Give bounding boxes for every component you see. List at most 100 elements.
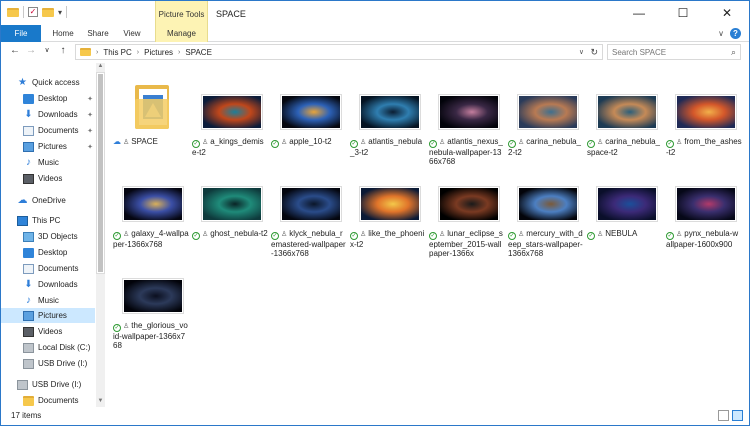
help-icon[interactable]: ?	[730, 28, 741, 39]
file-name-label: ✓ ♙ pynx_nebula-wallpaper-1600x900	[666, 229, 742, 249]
synced-status-icon: ✓	[508, 232, 516, 240]
nav-label: 3D Objects	[38, 232, 78, 241]
file-item[interactable]: ✓ ♙ ghost_nebula-t2	[190, 161, 268, 273]
shared-person-icon: ♙	[439, 231, 446, 238]
file-name-label: ☁ ♙ SPACE	[113, 137, 189, 147]
pin-icon[interactable]: ✦	[87, 111, 93, 119]
search-box[interactable]: ⌕	[607, 44, 741, 60]
maximize-button[interactable]: ☐	[661, 1, 705, 25]
nav-downloads[interactable]: ⬇ Downloads ✦	[1, 107, 95, 122]
image-thumbnail	[202, 95, 262, 129]
file-name-label: ✓ ♙ like_the_phoenix-t2	[350, 229, 426, 249]
nav-quick-access[interactable]: ★ Quick access	[1, 75, 95, 90]
close-button[interactable]: ✕	[705, 1, 749, 25]
search-input[interactable]	[612, 47, 722, 57]
file-item[interactable]: ✓ ♙ pynx_nebula-wallpaper-1600x900	[664, 161, 742, 273]
folder-icon[interactable]	[7, 7, 19, 17]
shared-person-icon: ♙	[676, 139, 683, 146]
large-icons-view-icon[interactable]	[732, 410, 743, 421]
pin-icon[interactable]: ✦	[87, 127, 93, 135]
file-item[interactable]: ✓ ♙ mercury_with_deep_stars-wallpaper-1366…	[506, 161, 584, 273]
chevron-right-icon[interactable]: ›	[178, 49, 180, 56]
nav-downloads-pc[interactable]: ⬇ Downloads	[1, 277, 95, 292]
address-bar[interactable]: › This PC › Pictures › SPACE ∨ ↻	[75, 44, 603, 60]
navigation-bar: ← → ∨ ↑ › This PC › Pictures › SPACE ∨ ↻…	[1, 43, 749, 61]
pin-icon[interactable]: ✦	[87, 143, 93, 151]
chevron-right-icon[interactable]: ›	[137, 49, 139, 56]
details-view-icon[interactable]	[718, 410, 729, 421]
thumbnail-frame	[596, 77, 658, 129]
nav-onedrive[interactable]: ☁ OneDrive	[1, 193, 95, 208]
image-thumbnail	[360, 95, 420, 129]
image-thumbnail	[281, 187, 341, 221]
local-disk-icon	[23, 342, 34, 353]
scroll-up-icon[interactable]: ▲	[96, 63, 105, 72]
nav-this-pc[interactable]: This PC	[1, 213, 95, 228]
tab-share[interactable]: Share	[83, 25, 113, 42]
nav-pictures-pc[interactable]: Pictures	[1, 308, 95, 323]
nav-videos[interactable]: Videos	[1, 171, 95, 186]
nav-documents-pc[interactable]: Documents	[1, 261, 95, 276]
onedrive-icon: ☁	[17, 195, 28, 206]
back-icon[interactable]: ←	[9, 45, 21, 57]
file-name-label: ✓ ♙ klyck_nebula_remastered-wallpaper-1366…	[271, 229, 347, 258]
file-item[interactable]: ✓ ♙ like_the_phoenix-t2	[348, 161, 426, 273]
file-item[interactable]: ✓ ♙ the_glorious_void-wallpaper-1366x768	[111, 253, 189, 365]
file-item[interactable]: ✓ ♙ NEBULA	[585, 161, 663, 273]
nav-usb-drive[interactable]: USB Drive (I:)	[1, 356, 95, 371]
file-item[interactable]: ✓ ♙ lunar_eclipse_september_2015-wallpaper…	[427, 161, 505, 273]
nav-pictures[interactable]: Pictures ✦	[1, 139, 95, 154]
nav-scrollbar[interactable]: ▲ ▼	[96, 63, 105, 407]
file-item[interactable]: ✓ ♙ klyck_nebula_remastered-wallpaper-1366…	[269, 161, 347, 273]
nav-local-disk[interactable]: Local Disk (C:)	[1, 340, 95, 355]
image-thumbnail	[518, 187, 578, 221]
nav-desktop[interactable]: Desktop ✦	[1, 91, 95, 106]
nav-usb-drive-root[interactable]: USB Drive (I:)	[1, 377, 95, 392]
expand-ribbon-icon[interactable]: ∨	[718, 29, 724, 38]
breadcrumb-this-pc[interactable]: This PC	[103, 48, 131, 57]
nav-3d-objects[interactable]: 3D Objects	[1, 229, 95, 244]
videos-icon	[23, 326, 34, 337]
synced-status-icon: ✓	[113, 324, 121, 332]
nav-music-pc[interactable]: ♪ Music	[1, 293, 95, 308]
this-pc-icon	[17, 215, 28, 226]
synced-status-icon: ✓	[508, 140, 516, 148]
search-icon[interactable]: ⌕	[731, 47, 736, 58]
refresh-icon[interactable]: ↻	[590, 47, 598, 58]
title-bar: ✓ ▾ Picture Tools SPACE — ☐ ✕	[1, 1, 749, 25]
customize-toolbar-icon[interactable]: ▾	[58, 8, 62, 17]
properties-icon[interactable]: ✓	[28, 7, 38, 17]
image-thumbnail	[676, 187, 736, 221]
nav-desktop-pc[interactable]: Desktop	[1, 245, 95, 260]
minimize-button[interactable]: —	[617, 1, 661, 25]
tab-file[interactable]: File	[1, 25, 41, 42]
nav-music[interactable]: ♪ Music	[1, 155, 95, 170]
recent-locations-icon[interactable]: ∨	[41, 45, 53, 57]
new-folder-icon[interactable]	[42, 7, 54, 17]
thumbnail-frame	[675, 77, 737, 129]
tab-home[interactable]: Home	[45, 25, 81, 42]
file-name-label: ✓ ♙ from_the_ashes-t2	[666, 137, 742, 157]
thumbnail-frame	[438, 169, 500, 221]
tab-view[interactable]: View	[117, 25, 147, 42]
chevron-down-icon[interactable]: ∨	[579, 48, 584, 56]
chevron-right-icon[interactable]: ›	[96, 49, 98, 56]
nav-videos-pc[interactable]: Videos	[1, 324, 95, 339]
folder-icon	[23, 395, 34, 406]
separator	[66, 6, 68, 18]
tab-manage[interactable]: Manage	[155, 25, 208, 42]
nav-label: Pictures	[38, 142, 67, 151]
breadcrumb-pictures[interactable]: Pictures	[144, 48, 173, 57]
scrollbar-thumb[interactable]	[97, 73, 104, 273]
pin-icon[interactable]: ✦	[87, 95, 93, 103]
thumbnail-frame	[517, 77, 579, 129]
nav-usb-documents[interactable]: Documents	[1, 393, 95, 407]
nav-documents[interactable]: Documents ✦	[1, 123, 95, 138]
forward-icon[interactable]: →	[25, 45, 37, 57]
up-icon[interactable]: ↑	[57, 45, 69, 57]
thumbnail-frame	[359, 169, 421, 221]
scroll-down-icon[interactable]: ▼	[96, 398, 105, 407]
item-count: 17 items	[11, 411, 42, 420]
file-name: ghost_nebula-t2	[210, 229, 268, 238]
breadcrumb-space[interactable]: SPACE	[185, 48, 212, 57]
